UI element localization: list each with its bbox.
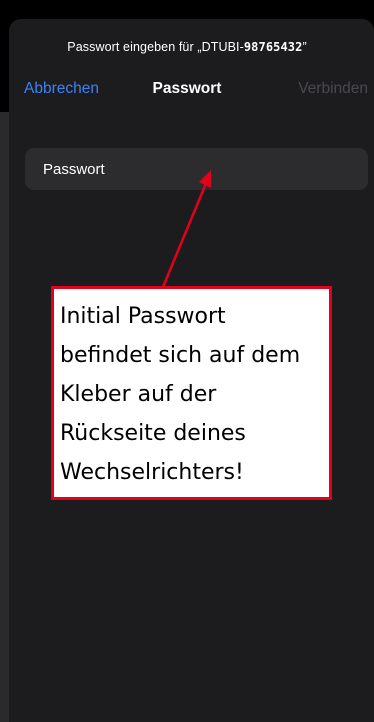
prompt-suffix: ”: [302, 40, 307, 54]
navigation-bar: Passwort Abbrechen Verbinden: [0, 80, 374, 100]
network-ssid: 98765432: [243, 40, 303, 54]
annotation-callout: Initial Passwort befindet sich auf dem K…: [51, 286, 332, 500]
password-field[interactable]: [25, 148, 368, 190]
connect-button[interactable]: Verbinden: [298, 80, 368, 98]
password-input[interactable]: [43, 148, 350, 190]
cancel-button[interactable]: Abbrechen: [24, 80, 99, 98]
network-prompt: Passwort eingeben für „DTUBI-98765432”: [0, 40, 374, 54]
screen: Passwort eingeben für „DTUBI-98765432” P…: [0, 0, 374, 722]
annotation-text: Initial Passwort befindet sich auf dem K…: [60, 304, 301, 485]
prompt-prefix: Passwort eingeben für „DTUBI-: [67, 40, 244, 54]
background-app-edge: [0, 112, 9, 722]
